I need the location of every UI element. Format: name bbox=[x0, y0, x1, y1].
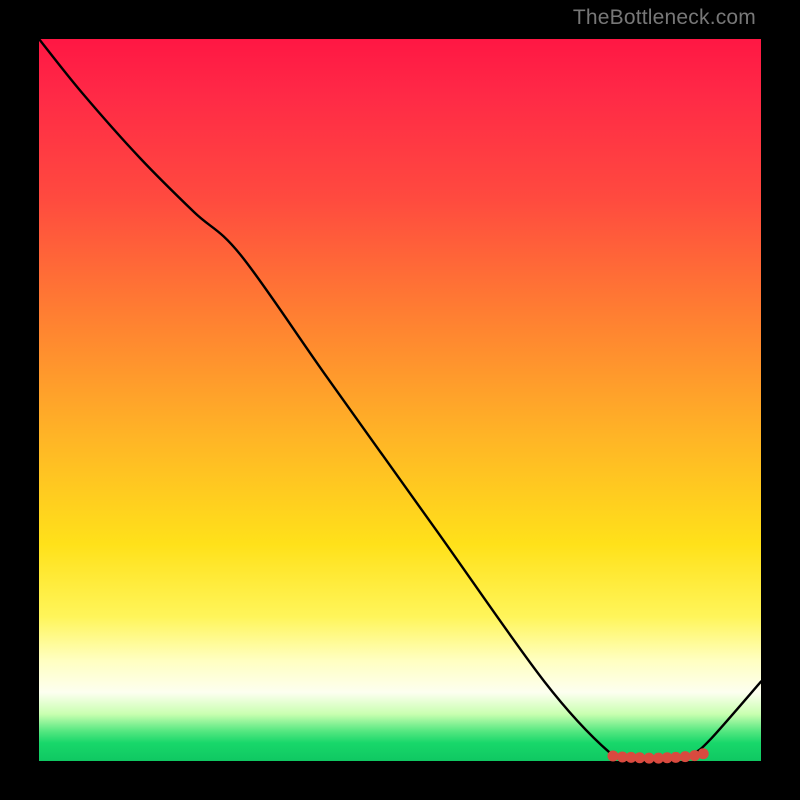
chart-frame: TheBottleneck.com bbox=[0, 0, 800, 800]
marker-dot bbox=[670, 752, 681, 763]
marker-dot bbox=[698, 748, 709, 759]
chart-svg bbox=[39, 39, 761, 761]
plot-area bbox=[39, 39, 761, 761]
marker-dot bbox=[680, 751, 691, 762]
marker-dot bbox=[644, 753, 655, 764]
marker-dot bbox=[607, 750, 618, 761]
background-rect bbox=[39, 39, 761, 761]
watermark-text: TheBottleneck.com bbox=[573, 6, 756, 30]
marker-dot bbox=[634, 752, 645, 763]
